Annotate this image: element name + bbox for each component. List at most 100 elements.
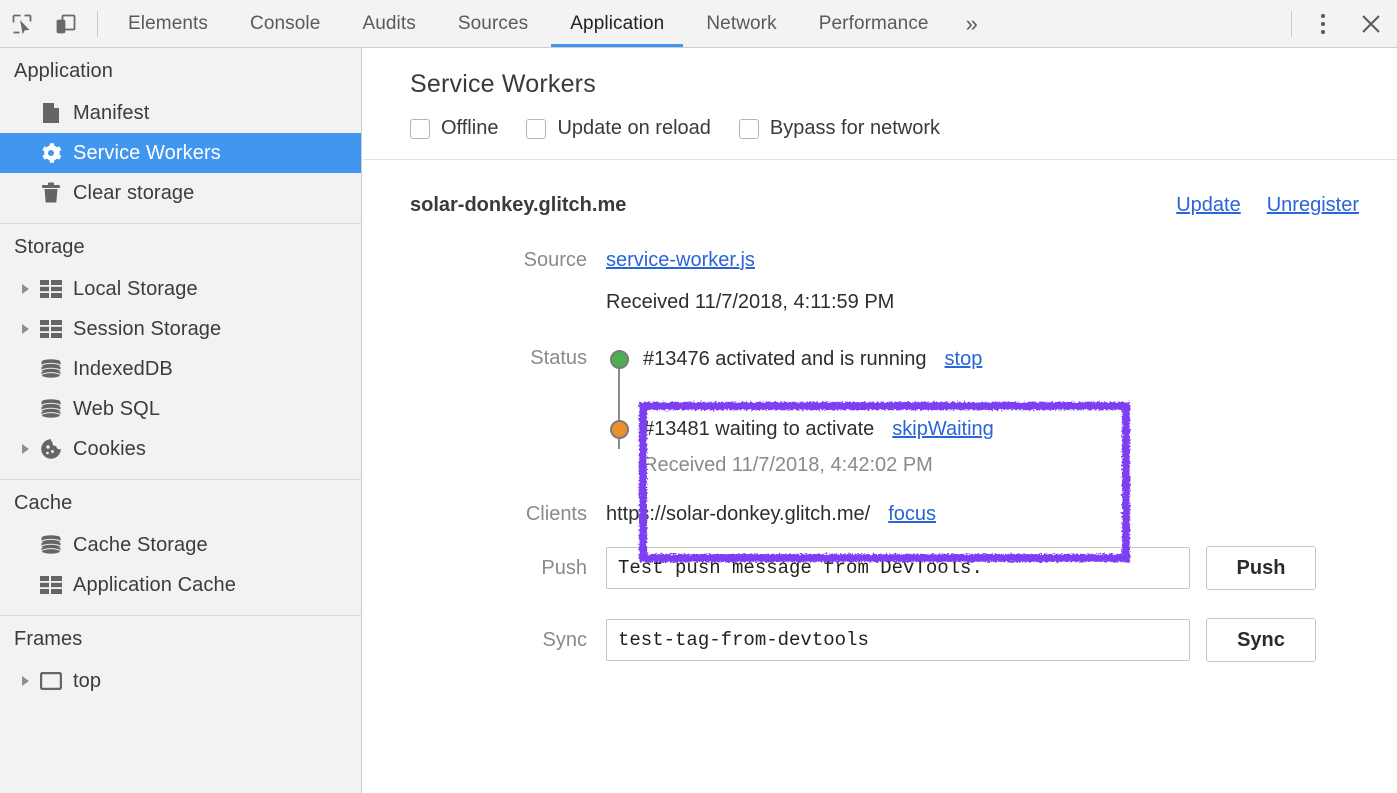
disclosure-arrow-icon[interactable] (14, 444, 36, 454)
status-entries: #13476 activated and is running stop #13… (606, 342, 994, 477)
sidebar-item-label: Session Storage (73, 318, 221, 341)
sidebar-item-label: Manifest (73, 102, 149, 125)
focus-link[interactable]: focus (888, 503, 936, 526)
unregister-link[interactable]: Unregister (1267, 194, 1359, 217)
sidebar-item-service-workers[interactable]: Service Workers (0, 133, 361, 173)
tab-console[interactable]: Console (229, 0, 341, 47)
update-link[interactable]: Update (1176, 194, 1241, 217)
source-received-row: Received 11/7/2018, 4:11:59 PM (363, 291, 1397, 314)
sidebar-item-label: top (73, 670, 101, 693)
status-received-text: Received 11/7/2018, 4:42:02 PM (610, 454, 994, 477)
tab-elements[interactable]: Elements (107, 0, 229, 47)
skip-waiting-link[interactable]: skipWaiting (892, 418, 994, 441)
push-button[interactable]: Push (1206, 546, 1316, 590)
tab-label: Console (250, 13, 320, 35)
push-row: Push Push (363, 546, 1397, 590)
status-entry-activated: #13476 activated and is running stop (610, 342, 994, 376)
more-tabs-icon[interactable]: » (950, 0, 994, 47)
close-icon[interactable] (1345, 1, 1397, 47)
status-entry-text: #13481 waiting to activate (643, 418, 874, 441)
checkbox-box[interactable] (410, 119, 430, 139)
tab-label: Performance (819, 13, 929, 35)
page-title: Service Workers (363, 48, 1397, 99)
push-input[interactable] (606, 547, 1190, 589)
sidebar-item-application-cache[interactable]: Application Cache (0, 565, 361, 605)
tab-performance[interactable]: Performance (798, 0, 950, 47)
status-dot-green (610, 350, 629, 369)
database-icon (36, 359, 66, 379)
sidebar-item-label: Web SQL (73, 398, 160, 421)
source-value: service-worker.js (606, 249, 755, 272)
sidebar-section-title: Storage (0, 224, 361, 269)
sync-button[interactable]: Sync (1206, 618, 1316, 662)
sidebar-item-cookies[interactable]: Cookies (0, 429, 361, 469)
status-entry-text: #13476 activated and is running (643, 348, 927, 371)
toolbar-divider-right (1291, 11, 1292, 37)
sidebar-item-label: IndexedDB (73, 358, 173, 381)
sync-row: Sync Sync (363, 618, 1397, 662)
sidebar-section-frames: Frames top (0, 616, 361, 711)
checkbox-label: Bypass for network (770, 117, 940, 140)
tab-label: Application (570, 13, 664, 35)
source-row: Source service-worker.js (363, 249, 1397, 272)
status-row: Status #13476 activated and is running s… (363, 342, 1397, 477)
clients-label: Clients (410, 503, 606, 526)
registration-origin: solar-donkey.glitch.me (410, 194, 626, 217)
status-dot-orange (610, 420, 629, 439)
cookie-icon (36, 438, 66, 460)
table-icon (36, 280, 66, 298)
gear-icon (36, 142, 66, 164)
devtools-tab-bar: Elements Console Audits Sources Applicat… (107, 0, 994, 47)
sidebar-section-application: Application Manifest Service Workers (0, 48, 361, 223)
tab-network[interactable]: Network (685, 0, 797, 47)
checkbox-label: Offline (441, 117, 498, 140)
sidebar-section-title: Frames (0, 616, 361, 661)
sidebar-section-storage: Storage Local Storage Sessi (0, 224, 361, 479)
tab-label: Elements (128, 13, 208, 35)
offline-checkbox[interactable]: Offline (410, 117, 498, 140)
document-icon (36, 102, 66, 124)
sidebar-item-manifest[interactable]: Manifest (0, 93, 361, 133)
tab-application[interactable]: Application (549, 0, 685, 47)
sidebar-item-web-sql[interactable]: Web SQL (0, 389, 361, 429)
sidebar-item-cache-storage[interactable]: Cache Storage (0, 525, 361, 565)
table-icon (36, 320, 66, 338)
sidebar-section-cache: Cache Cache Storage (0, 480, 361, 615)
sidebar-item-indexeddb[interactable]: IndexedDB (0, 349, 361, 389)
tab-sources[interactable]: Sources (437, 0, 549, 47)
disclosure-arrow-icon[interactable] (14, 676, 36, 686)
clients-url: https://solar-donkey.glitch.me/ (606, 503, 870, 526)
disclosure-arrow-icon[interactable] (14, 284, 36, 294)
bypass-for-network-checkbox[interactable]: Bypass for network (739, 117, 940, 140)
source-received-text: Received 11/7/2018, 4:11:59 PM (606, 291, 894, 314)
source-file-link[interactable]: service-worker.js (606, 249, 755, 271)
sidebar-item-top-frame[interactable]: top (0, 661, 361, 701)
table-icon (36, 576, 66, 594)
sidebar-item-local-storage[interactable]: Local Storage (0, 269, 361, 309)
checkbox-box[interactable] (739, 119, 759, 139)
inspect-element-icon[interactable] (0, 1, 44, 47)
tab-label: Audits (362, 13, 415, 35)
push-label: Push (410, 557, 606, 580)
checkbox-label: Update on reload (557, 117, 710, 140)
sidebar-item-clear-storage[interactable]: Clear storage (0, 173, 361, 213)
device-toolbar-icon[interactable] (44, 1, 88, 47)
status-connector-line (618, 359, 620, 429)
registration-header: solar-donkey.glitch.me Update Unregister (363, 160, 1397, 217)
status-entry-waiting: #13481 waiting to activate skipWaiting (610, 412, 994, 446)
trash-icon (36, 182, 66, 204)
update-on-reload-checkbox[interactable]: Update on reload (526, 117, 710, 140)
checkbox-box[interactable] (526, 119, 546, 139)
kebab-menu-icon[interactable] (1301, 1, 1345, 47)
tab-audits[interactable]: Audits (341, 0, 436, 47)
sidebar-item-label: Cache Storage (73, 534, 208, 557)
disclosure-arrow-icon[interactable] (14, 324, 36, 334)
service-worker-options: Offline Update on reload Bypass for netw… (363, 99, 1397, 140)
sidebar-item-label: Application Cache (73, 574, 236, 597)
devtools-toolbar: Elements Console Audits Sources Applicat… (0, 0, 1397, 48)
stop-link[interactable]: stop (945, 348, 983, 371)
sync-input[interactable] (606, 619, 1190, 661)
sidebar-item-label: Clear storage (73, 182, 194, 205)
sync-label: Sync (410, 629, 606, 652)
sidebar-item-session-storage[interactable]: Session Storage (0, 309, 361, 349)
